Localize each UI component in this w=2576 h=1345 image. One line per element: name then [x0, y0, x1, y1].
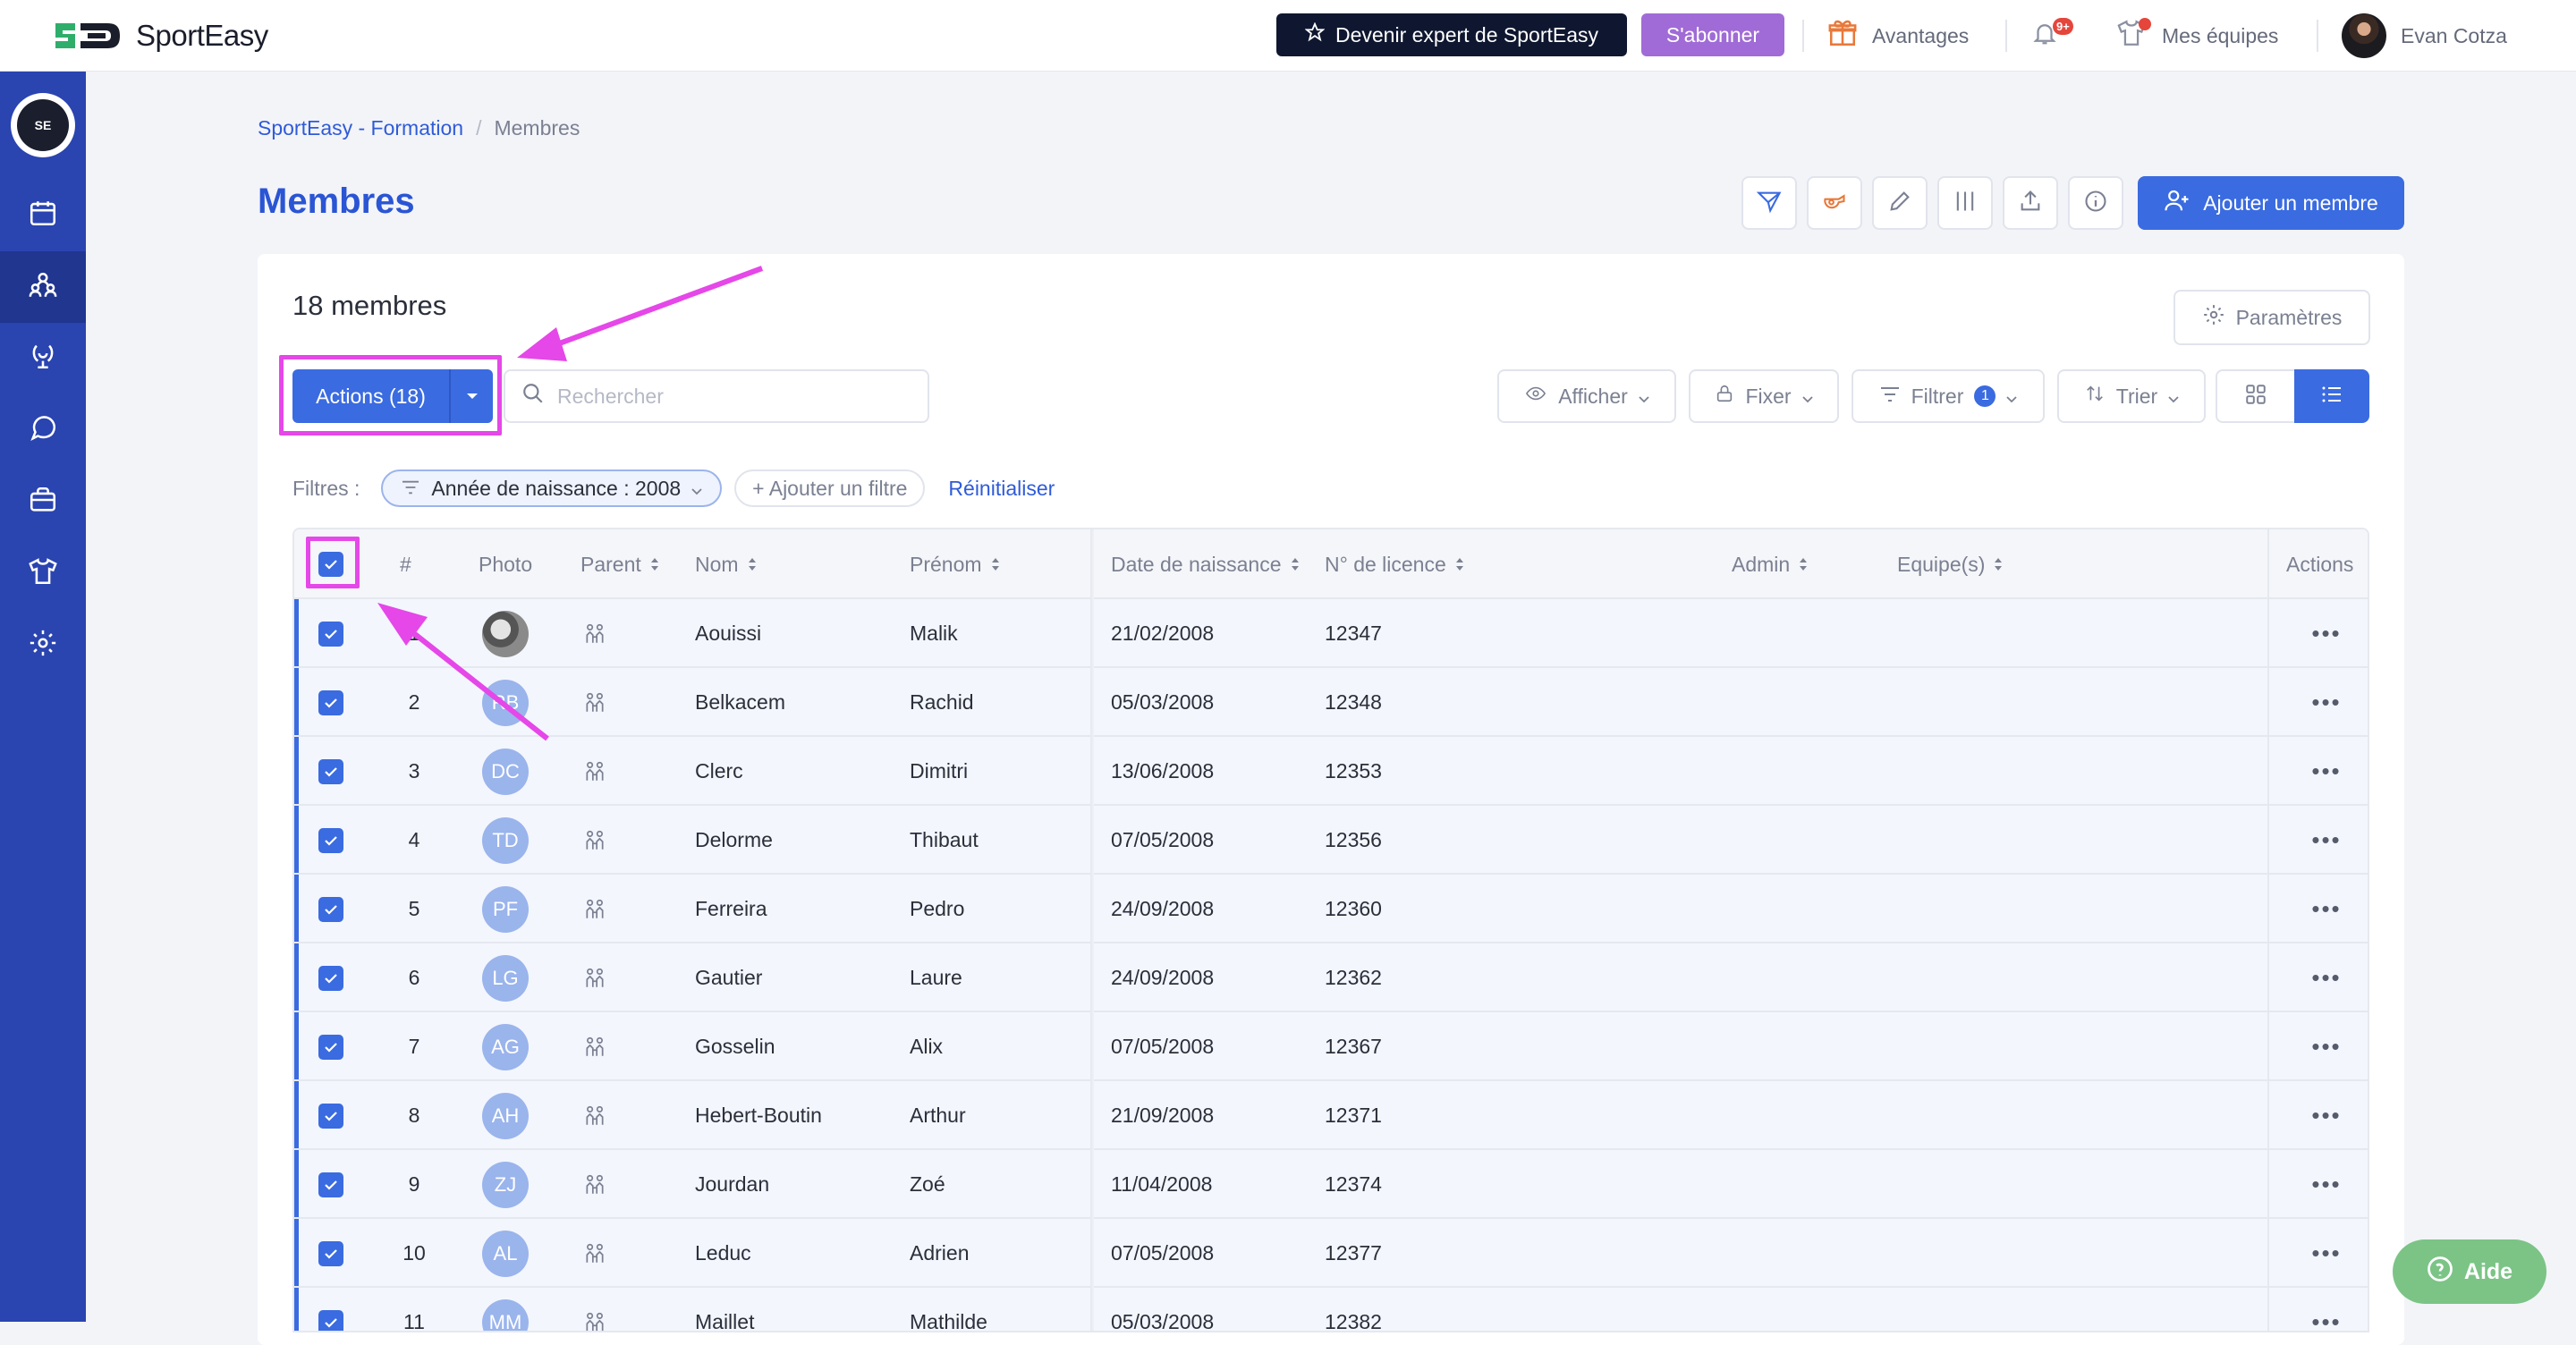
help-button[interactable]: Aide: [2393, 1239, 2546, 1304]
help-label: Aide: [2463, 1258, 2513, 1284]
question-circle-icon: [2427, 1256, 2453, 1289]
annotation-arrows: [377, 266, 764, 741]
